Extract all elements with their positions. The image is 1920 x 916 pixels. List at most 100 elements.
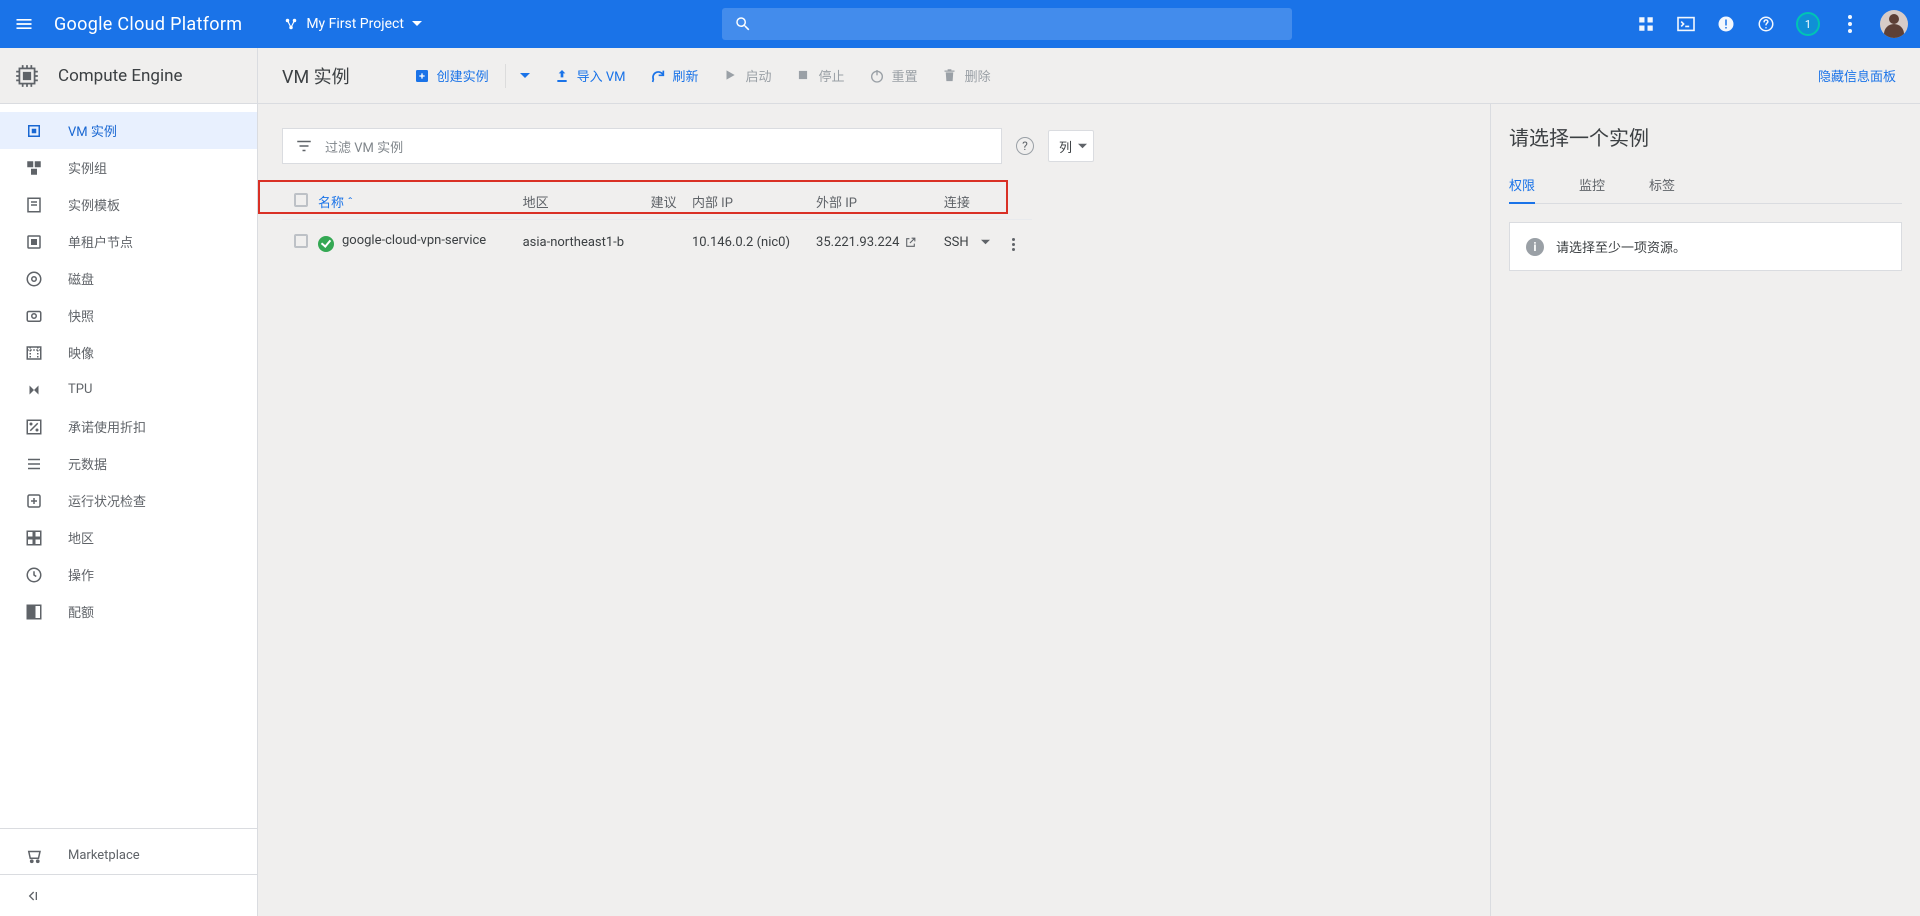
cell-zone: asia-northeast1-b <box>523 220 651 266</box>
column-header-external-ip[interactable]: 外部 IP <box>816 184 944 220</box>
collapse-sidebar-button[interactable] <box>0 874 257 916</box>
service-header[interactable]: Compute Engine <box>0 48 257 104</box>
global-search-input[interactable] <box>722 8 1292 40</box>
instances-table: 名称 ˆ 地区 建议 内部 IP 外部 IP 连接 google-cloud <box>282 184 1032 265</box>
reset-button: 重置 <box>869 66 918 85</box>
cell-recommendation <box>651 220 692 266</box>
sidebar-item-disks[interactable]: 磁盘 <box>0 260 257 297</box>
sidebar-item-operations[interactable]: 操作 <box>0 556 257 593</box>
project-selector[interactable]: My First Project <box>284 16 422 32</box>
columns-selector[interactable]: 列 <box>1048 130 1094 162</box>
sidebar-item-snapshots[interactable]: 快照 <box>0 297 257 334</box>
project-name: My First Project <box>306 16 404 32</box>
column-header-recommendation[interactable]: 建议 <box>651 184 692 220</box>
nav-list[interactable]: VM 实例 实例组 实例模板 单租户节点 磁盘 快照 映像 TPU 承诺使用折扣… <box>0 104 257 828</box>
add-icon <box>414 68 430 84</box>
group-icon <box>25 159 43 177</box>
free-trial-icon[interactable] <box>1636 14 1656 34</box>
sidebar: Compute Engine VM 实例 实例组 实例模板 单租户节点 磁盘 快… <box>0 48 258 916</box>
row-checkbox[interactable] <box>294 234 308 248</box>
play-icon <box>723 68 739 84</box>
upload-icon <box>554 68 570 84</box>
disk-icon <box>25 270 43 288</box>
table-row[interactable]: google-cloud-vpn-service asia-northeast1… <box>282 220 1032 266</box>
compute-engine-icon <box>14 63 40 89</box>
sidebar-item-zones[interactable]: 地区 <box>0 519 257 556</box>
instances-list-area: 过滤 VM 实例 ? 列 名称 ˆ 地区 建议 <box>258 104 1490 916</box>
top-app-bar: Google Cloud Platform My First Project 1 <box>0 0 1920 48</box>
column-header-zone[interactable]: 地区 <box>523 184 651 220</box>
info-panel-tabs: 权限 监控 标签 <box>1509 175 1902 204</box>
delete-button: 删除 <box>942 66 991 85</box>
snapshot-icon <box>25 307 43 325</box>
row-more-actions-icon[interactable] <box>1008 234 1019 255</box>
create-dropdown-button[interactable] <box>520 71 530 81</box>
service-title: Compute Engine <box>58 66 183 86</box>
quota-icon <box>25 603 43 621</box>
tab-permissions[interactable]: 权限 <box>1509 175 1535 204</box>
instance-name[interactable]: google-cloud-vpn-service <box>342 233 486 248</box>
filter-icon <box>295 137 313 155</box>
dropdown-icon <box>520 71 530 81</box>
info-panel-title: 请选择一个实例 <box>1509 122 1902 151</box>
sidebar-item-metadata[interactable]: 元数据 <box>0 445 257 482</box>
hide-info-panel-button[interactable]: 隐藏信息面板 <box>1818 66 1896 85</box>
sidebar-item-quotas[interactable]: 配额 <box>0 593 257 630</box>
sidebar-item-instance-groups[interactable]: 实例组 <box>0 149 257 186</box>
action-bar: VM 实例 创建实例 导入 VM 刷新 启动 停止 <box>258 48 1920 104</box>
column-header-connect[interactable]: 连接 <box>944 184 1008 220</box>
column-header-internal-ip[interactable]: 内部 IP <box>692 184 816 220</box>
product-logo-text[interactable]: Google Cloud Platform <box>54 14 242 35</box>
column-header-name[interactable]: 名称 ˆ <box>318 184 523 220</box>
sidebar-item-tpu[interactable]: TPU <box>0 371 257 408</box>
cart-icon <box>25 847 43 865</box>
project-icon <box>284 17 298 31</box>
sidebar-item-marketplace[interactable]: Marketplace <box>0 837 257 874</box>
select-all-checkbox[interactable] <box>294 193 308 207</box>
cloud-shell-icon[interactable] <box>1676 14 1696 34</box>
sort-asc-icon: ˆ <box>347 196 353 211</box>
refresh-icon <box>650 68 666 84</box>
refresh-button[interactable]: 刷新 <box>650 66 699 85</box>
help-icon[interactable] <box>1756 14 1776 34</box>
tpu-icon <box>25 381 43 399</box>
dropdown-icon <box>981 238 990 247</box>
sidebar-item-commitments[interactable]: 承诺使用折扣 <box>0 408 257 445</box>
page-title: VM 实例 <box>282 63 350 89</box>
stop-button: 停止 <box>796 66 845 85</box>
main-content: VM 实例 创建实例 导入 VM 刷新 启动 停止 <box>258 48 1920 916</box>
ssh-button[interactable]: SSH <box>944 235 990 250</box>
info-message-text: 请选择至少一项资源。 <box>1556 237 1686 256</box>
info-icon: i <box>1526 238 1544 256</box>
tab-labels[interactable]: 标签 <box>1649 175 1675 203</box>
info-message-box: i 请选择至少一项资源。 <box>1509 222 1902 271</box>
cell-external-ip[interactable]: 35.221.93.224 <box>816 235 899 250</box>
more-icon[interactable] <box>1840 14 1860 34</box>
sidebar-item-templates[interactable]: 实例模板 <box>0 186 257 223</box>
import-vm-button[interactable]: 导入 VM <box>554 66 626 85</box>
sidebar-item-sole-tenant[interactable]: 单租户节点 <box>0 223 257 260</box>
search-icon <box>734 15 752 33</box>
sidebar-item-health-checks[interactable]: 运行状况检查 <box>0 482 257 519</box>
sidebar-item-images[interactable]: 映像 <box>0 334 257 371</box>
start-button: 启动 <box>723 66 772 85</box>
zone-icon <box>25 529 43 547</box>
create-instance-button[interactable]: 创建实例 <box>414 66 489 85</box>
dropdown-icon <box>412 19 422 29</box>
chevron-left-collapse-icon <box>25 888 41 904</box>
template-icon <box>25 196 43 214</box>
open-external-icon[interactable] <box>904 236 917 249</box>
info-panel: 请选择一个实例 权限 监控 标签 i 请选择至少一项资源。 <box>1490 104 1920 916</box>
percent-icon <box>25 418 43 436</box>
hamburger-menu-icon[interactable] <box>12 12 36 36</box>
account-avatar[interactable] <box>1880 10 1908 38</box>
tab-monitoring[interactable]: 监控 <box>1579 175 1605 203</box>
cell-internal-ip: 10.146.0.2 (nic0) <box>692 220 816 266</box>
filter-help-icon[interactable]: ? <box>1016 137 1034 155</box>
alert-icon[interactable] <box>1716 14 1736 34</box>
clock-icon <box>25 566 43 584</box>
notifications-badge[interactable]: 1 <box>1796 12 1820 36</box>
vm-icon <box>25 122 43 140</box>
filter-input[interactable]: 过滤 VM 实例 <box>282 128 1002 164</box>
sidebar-item-vm-instances[interactable]: VM 实例 <box>0 112 257 149</box>
